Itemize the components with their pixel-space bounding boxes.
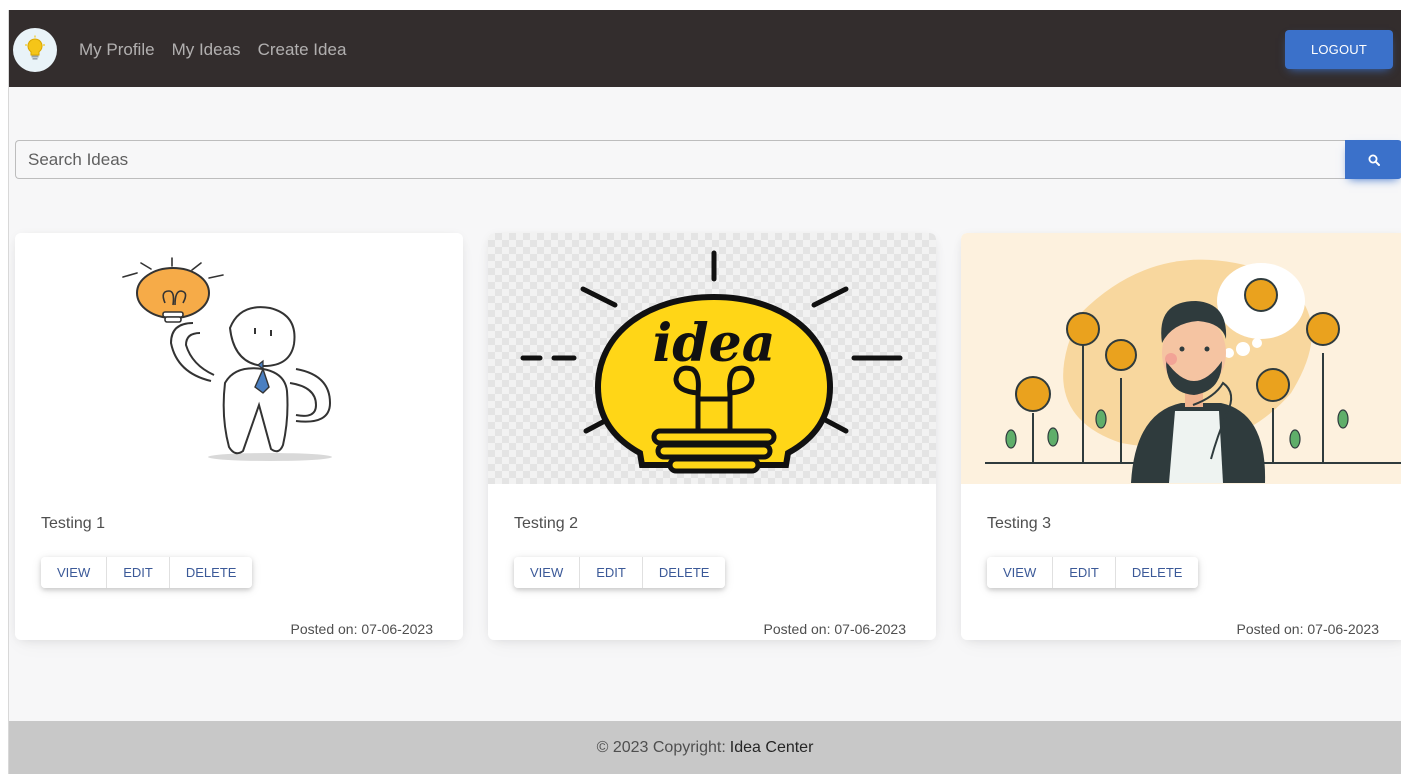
idea-card: idea Testing 2 VIEW EDIT DELETE Posted o… <box>488 233 936 640</box>
card-title: Testing 1 <box>41 515 106 532</box>
idea-lightbulb-illustration[interactable]: idea <box>488 233 936 484</box>
edit-button[interactable]: EDIT <box>1053 557 1116 588</box>
edit-button[interactable]: EDIT <box>107 557 170 588</box>
footer-brand-link[interactable]: Idea Center <box>730 739 814 757</box>
delete-button[interactable]: DELETE <box>642 557 726 588</box>
delete-button[interactable]: DELETE <box>169 557 253 588</box>
idea-card: Testing 1 VIEW EDIT DELETE Posted on: 07… <box>15 233 463 640</box>
footer-copyright: © 2023 Copyright: <box>596 738 726 756</box>
card-actions: VIEW EDIT DELETE <box>987 557 1199 588</box>
thinking-man-lightbulbs-illustration[interactable] <box>961 233 1401 484</box>
search-icon <box>1368 154 1380 166</box>
idea-lightbulb-illustration-text: idea <box>653 313 776 374</box>
search-button[interactable] <box>1345 140 1401 179</box>
nav-my-profile[interactable]: My Profile <box>79 40 155 60</box>
idea-card: Testing 3 VIEW EDIT DELETE Posted on: 07… <box>961 233 1401 640</box>
view-button[interactable]: VIEW <box>514 557 581 588</box>
nav-create-idea[interactable]: Create Idea <box>258 40 347 60</box>
app-frame: My Profile My Ideas Create Idea LOGOUT S… <box>8 10 1401 774</box>
card-title: Testing 2 <box>514 515 579 532</box>
nav-links: My Profile My Ideas Create Idea <box>79 40 346 60</box>
logout-button[interactable]: LOGOUT <box>1285 30 1393 69</box>
lightbulb-logo-icon[interactable] <box>13 28 57 72</box>
card-actions: VIEW EDIT DELETE <box>41 557 253 588</box>
nav-my-ideas[interactable]: My Ideas <box>172 40 241 60</box>
idea-character-illustration[interactable] <box>15 233 463 484</box>
edit-button[interactable]: EDIT <box>580 557 643 588</box>
footer: © 2023 Copyright: Idea Center <box>9 721 1401 774</box>
posted-date: Posted on: 07-06-2023 <box>1236 621 1379 637</box>
card-actions: VIEW EDIT DELETE <box>514 557 726 588</box>
delete-button[interactable]: DELETE <box>1115 557 1199 588</box>
view-button[interactable]: VIEW <box>41 557 108 588</box>
posted-date: Posted on: 07-06-2023 <box>763 621 906 637</box>
search-input[interactable] <box>15 140 1345 179</box>
posted-date: Posted on: 07-06-2023 <box>290 621 433 637</box>
navbar: My Profile My Ideas Create Idea LOGOUT <box>9 10 1401 87</box>
view-button[interactable]: VIEW <box>987 557 1054 588</box>
card-title: Testing 3 <box>987 515 1052 532</box>
search-bar <box>15 140 1401 179</box>
